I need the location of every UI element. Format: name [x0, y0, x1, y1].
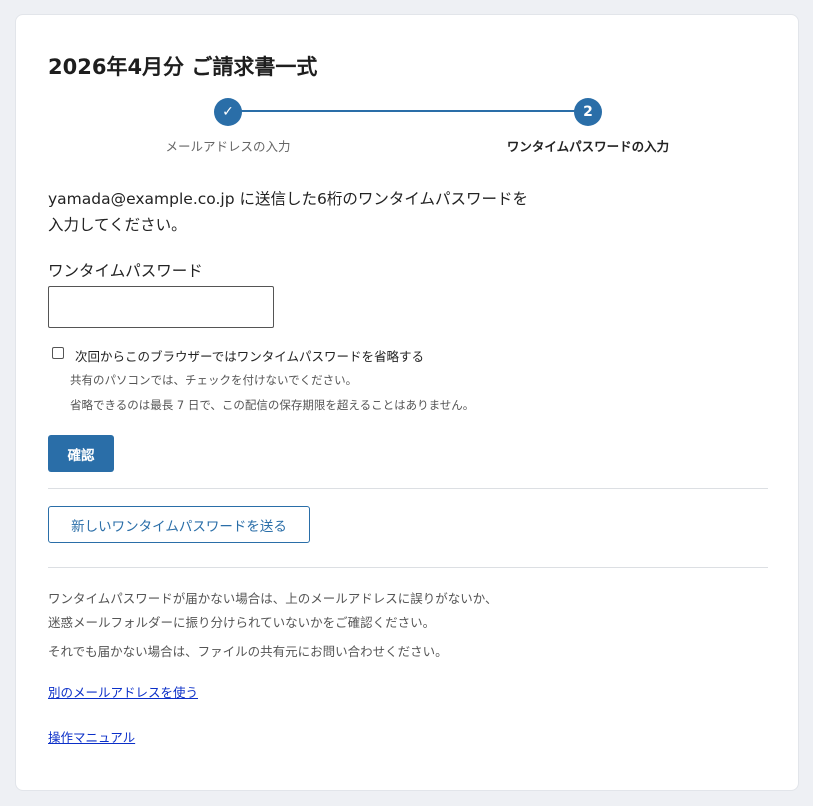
step-label-otp: ワンタイムパスワードの入力	[506, 139, 670, 154]
page-title: 2026年4月分 ご請求書一式	[48, 55, 318, 79]
shared-pc-note: 共有のパソコンでは、チェックを付けないでください。	[70, 373, 358, 387]
resend-otp-button[interactable]: 新しいワンタイムパスワードを送る	[48, 506, 310, 543]
instruction-line-1: yamada@example.co.jp に送信した6桁のワンタイムパスワードを	[48, 190, 529, 208]
help-text-line-2: 迷惑メールフォルダーに振り分けられていないかをご確認ください。	[48, 615, 436, 630]
use-other-email-link[interactable]: 別のメールアドレスを使う	[48, 682, 198, 701]
divider	[48, 567, 768, 568]
step-label-email: メールアドレスの入力	[165, 139, 291, 154]
skip-duration-note: 省略できるのは最長 7 日で、この配信の保存期限を超えることはありません。	[70, 398, 475, 412]
help-text-line-3: それでも届かない場合は、ファイルの共有元にお問い合わせください。	[48, 644, 448, 659]
check-icon: ✓	[214, 98, 242, 126]
divider	[48, 488, 768, 489]
otp-card: 2026年4月分 ご請求書一式 ✓ 2 メールアドレスの入力 ワンタイムパスワー…	[15, 14, 799, 791]
instruction-line-2: 入力してください。	[48, 216, 187, 234]
manual-link[interactable]: 操作マニュアル	[48, 727, 135, 746]
stepper-connector	[228, 110, 588, 112]
otp-input[interactable]	[48, 286, 274, 328]
skip-otp-checkbox[interactable]	[52, 347, 64, 359]
help-text-line-1: ワンタイムパスワードが届かない場合は、上のメールアドレスに誤りがないか、	[48, 591, 498, 606]
skip-otp-label[interactable]: 次回からこのブラウザーではワンタイムパスワードを省略する	[75, 346, 424, 365]
instruction-text: yamada@example.co.jp に送信した6桁のワンタイムパスワードを…	[48, 186, 548, 238]
confirm-button[interactable]: 確認	[48, 435, 114, 472]
otp-field-label: ワンタイムパスワード	[48, 262, 203, 280]
step-number-badge: 2	[574, 98, 602, 126]
